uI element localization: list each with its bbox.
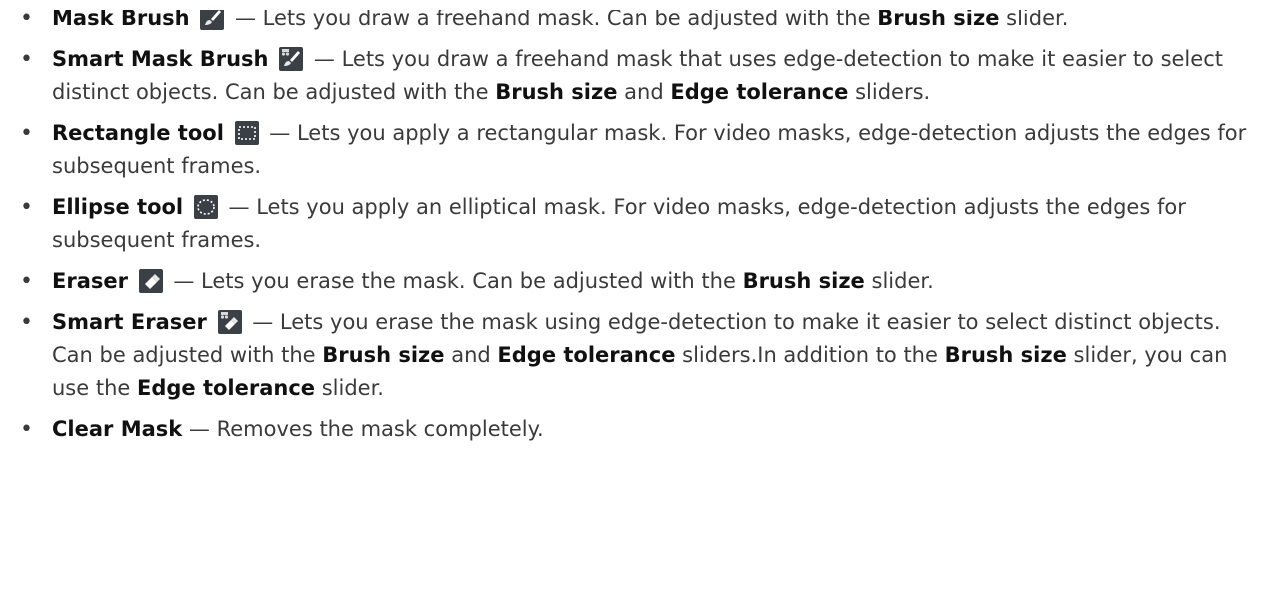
term-rectangle-tool: Rectangle tool <box>52 121 224 145</box>
description: and <box>451 343 491 367</box>
bullet: • <box>20 121 33 146</box>
description: sliders.In addition to the <box>682 343 938 367</box>
list-item-ellipse-tool: • Ellipse tool — Lets you apply an ellip… <box>0 191 1261 257</box>
description: sliders. <box>855 80 931 104</box>
smart-mask-brush-icon <box>279 47 304 71</box>
dash: — <box>313 47 335 71</box>
smart-eraser-icon <box>217 310 242 334</box>
bullet: • <box>20 310 33 335</box>
term-edge-tolerance: Edge tolerance <box>670 80 849 104</box>
term-edge-tolerance: Edge tolerance <box>137 376 316 400</box>
list-item-smart-mask-brush: • Smart Mask Brush — Lets you draw a fre… <box>0 43 1261 109</box>
description: slider. <box>871 269 934 293</box>
mask-tools-list: • Mask Brush — Lets you draw a freehand … <box>0 2 1261 454</box>
bullet: • <box>20 195 33 220</box>
description: Removes the mask completely. <box>216 417 544 441</box>
term-edge-tolerance: Edge tolerance <box>497 343 676 367</box>
rectangle-tool-icon <box>234 121 259 145</box>
term-brush-size: Brush size <box>742 269 865 293</box>
dash: — <box>269 121 291 145</box>
description: and <box>624 80 664 104</box>
dash: — <box>252 310 274 334</box>
term-eraser: Eraser <box>52 269 128 293</box>
bullet: • <box>20 47 33 72</box>
dash: — <box>173 269 195 293</box>
bullet: • <box>20 269 33 294</box>
term-smart-mask-brush: Smart Mask Brush <box>52 47 269 71</box>
term-brush-size: Brush size <box>495 80 618 104</box>
description: Lets you erase the mask. Can be adjusted… <box>201 269 736 293</box>
term-smart-eraser: Smart Eraser <box>52 310 207 334</box>
description: Lets you apply a rectangular mask. For v… <box>52 121 1247 178</box>
term-clear-mask: Clear Mask <box>52 417 183 441</box>
description: slider. <box>321 376 384 400</box>
list-item-smart-eraser: • Smart Eraser — Lets you erase the mask… <box>0 306 1261 405</box>
dash: — <box>188 417 210 441</box>
term-brush-size: Brush size <box>322 343 445 367</box>
term-ellipse-tool: Ellipse tool <box>52 195 184 219</box>
term-brush-size: Brush size <box>944 343 1067 367</box>
list-item-rectangle-tool: • Rectangle tool — Lets you apply a rect… <box>0 117 1261 183</box>
bullet: • <box>20 417 33 442</box>
documentation-page: • Mask Brush — Lets you draw a freehand … <box>0 0 1261 615</box>
clipped-heading-area <box>0 0 1261 10</box>
eraser-icon <box>138 269 163 293</box>
description: Lets you apply an elliptical mask. For v… <box>52 195 1186 252</box>
ellipse-tool-icon <box>193 195 218 219</box>
list-item-eraser: • Eraser — Lets you erase the mask. Can … <box>0 265 1261 298</box>
dash: — <box>228 195 250 219</box>
list-item-clear-mask: • Clear Mask — Removes the mask complete… <box>0 413 1261 446</box>
